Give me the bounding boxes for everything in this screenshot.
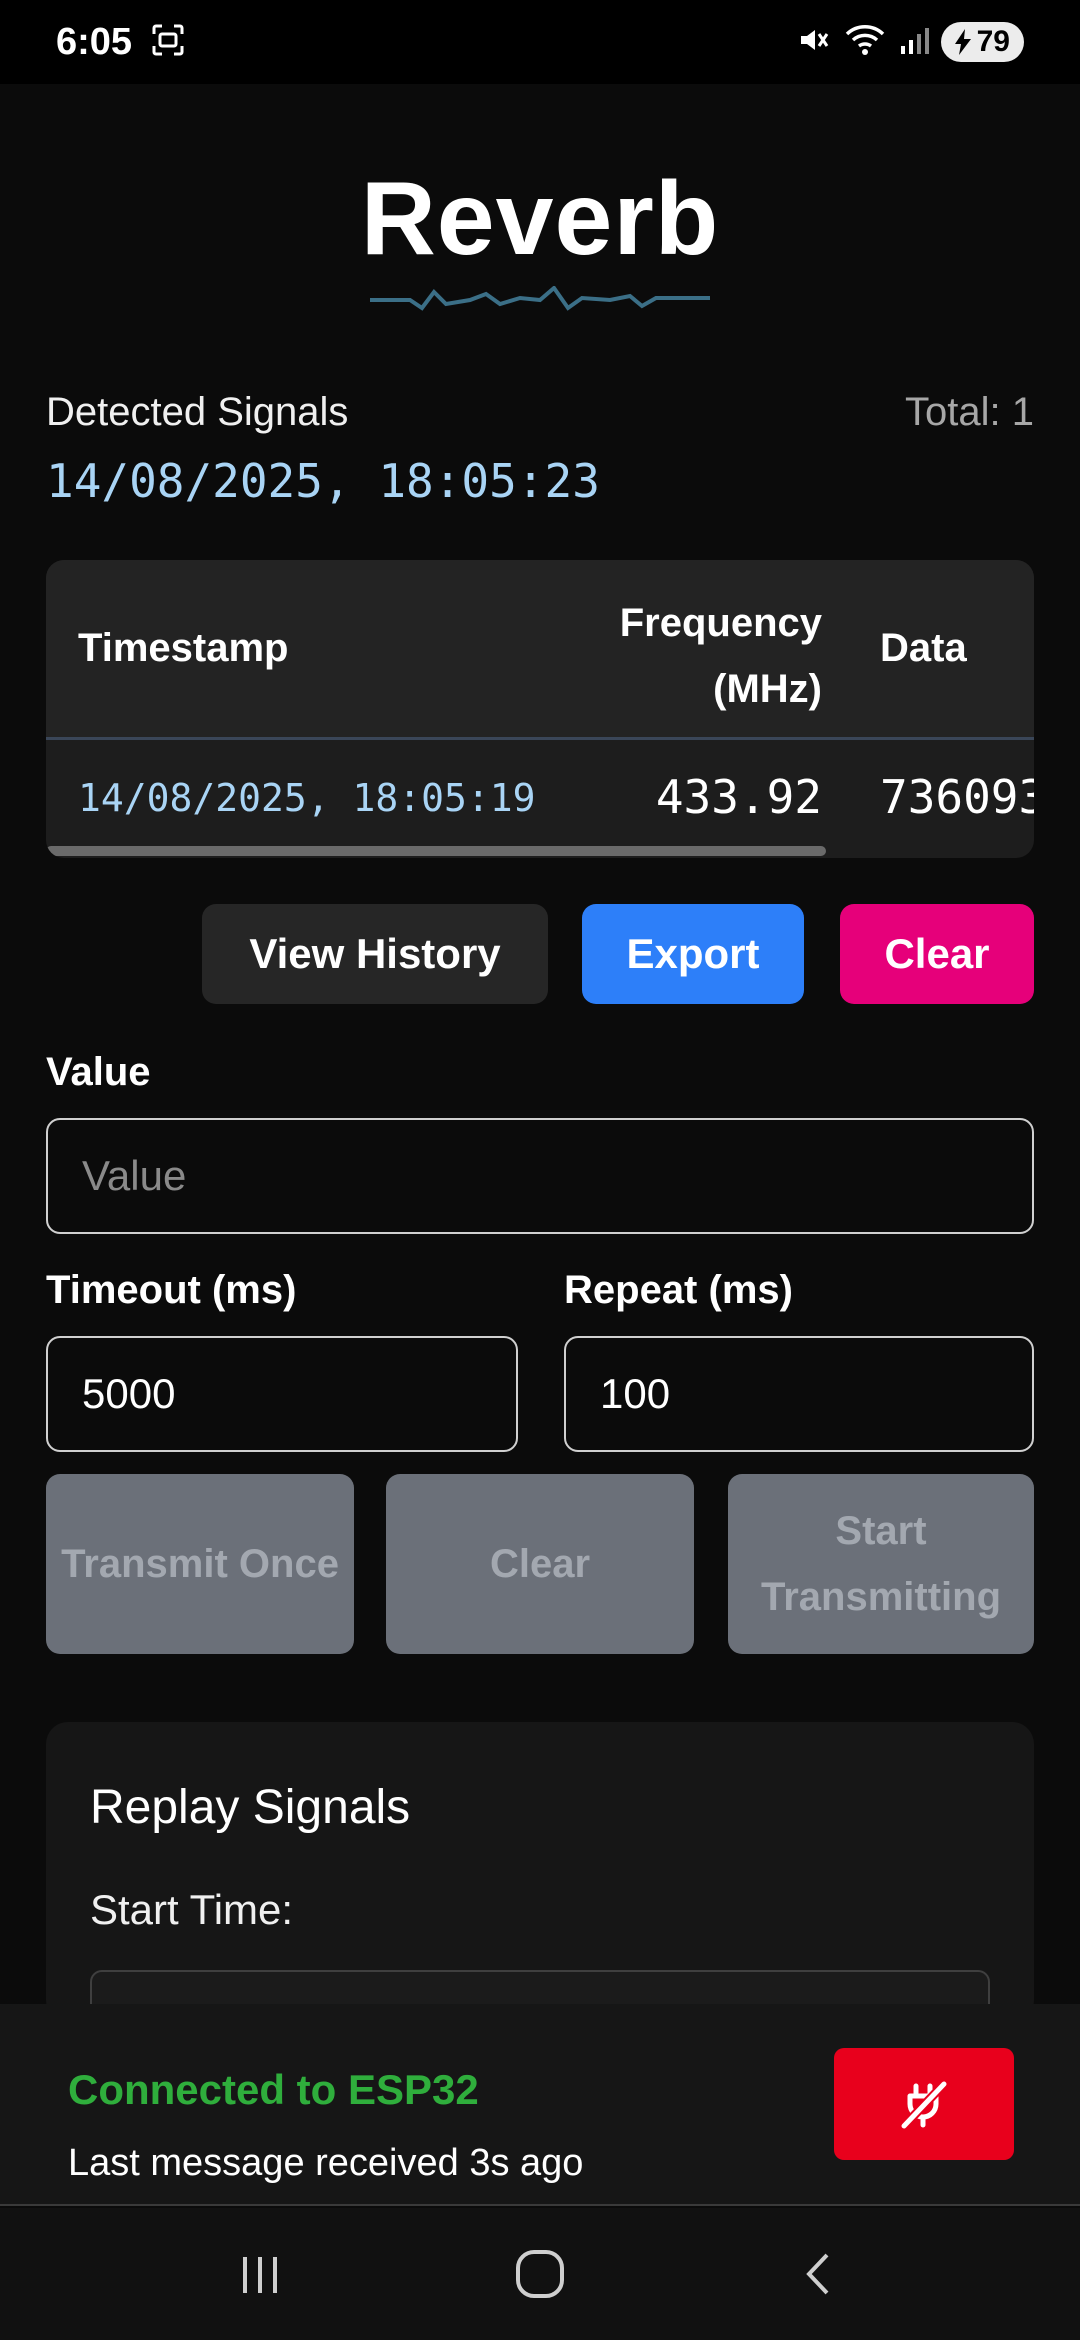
signal-icon bbox=[899, 22, 929, 63]
status-left: 6:05 bbox=[56, 21, 186, 64]
last-detected-time: 14/08/2025, 18:05:23 bbox=[46, 454, 600, 508]
value-label: Value bbox=[46, 1050, 151, 1094]
home-icon bbox=[516, 2250, 564, 2298]
replay-signals-card: Replay Signals Start Time: bbox=[46, 1722, 1034, 2022]
value-input[interactable] bbox=[46, 1118, 1034, 1234]
home-button[interactable] bbox=[480, 2224, 600, 2324]
table-header: Timestamp Frequency (MHz) Data bbox=[46, 560, 1034, 740]
view-history-button[interactable]: View History bbox=[202, 904, 548, 1004]
mute-icon bbox=[795, 22, 831, 63]
header-frequency: Frequency (MHz) bbox=[619, 601, 822, 711]
export-button[interactable]: Export bbox=[582, 904, 804, 1004]
last-message-text: Last message received 3s ago bbox=[68, 2142, 584, 2184]
battery-level: 79 bbox=[976, 25, 1010, 58]
transmit-once-button[interactable]: Transmit Once bbox=[46, 1474, 354, 1654]
replay-title: Replay Signals bbox=[90, 1781, 411, 1834]
clear-value-button[interactable]: Clear bbox=[386, 1474, 694, 1654]
header-data: Data bbox=[880, 626, 967, 670]
start-time-label: Start Time: bbox=[90, 1886, 294, 1933]
horizontal-scrollbar[interactable] bbox=[46, 846, 826, 856]
screenshot-icon bbox=[150, 22, 186, 63]
back-button[interactable] bbox=[760, 2224, 880, 2324]
clear-signals-button[interactable]: Clear bbox=[840, 904, 1034, 1004]
battery-charging-icon: 79 bbox=[940, 22, 1024, 62]
repeat-label: Repeat (ms) bbox=[564, 1268, 793, 1312]
status-right: 79 bbox=[795, 22, 1024, 63]
wave-logo-icon bbox=[370, 286, 710, 311]
unplug-icon bbox=[900, 2080, 948, 2130]
total-count: Total: 1 bbox=[905, 390, 1034, 434]
cell-timestamp: 14/08/2025, 18:05:19 bbox=[78, 776, 536, 820]
system-nav-bar bbox=[0, 2208, 1080, 2340]
cell-data: 736093 bbox=[880, 770, 1034, 824]
detected-signals-heading: Detected Signals bbox=[46, 390, 349, 434]
back-icon bbox=[806, 2253, 829, 2295]
timeout-label: Timeout (ms) bbox=[46, 1268, 297, 1312]
app-title: Reverb bbox=[360, 161, 720, 277]
repeat-input[interactable] bbox=[564, 1336, 1034, 1452]
start-transmitting-button[interactable]: Start Transmitting bbox=[728, 1474, 1034, 1654]
status-time: 6:05 bbox=[56, 20, 133, 63]
signals-table[interactable]: Timestamp Frequency (MHz) Data 14/08/202… bbox=[46, 560, 1034, 858]
disconnect-button[interactable] bbox=[834, 2048, 1014, 2160]
header-timestamp: Timestamp bbox=[78, 626, 289, 670]
recent-apps-icon bbox=[243, 2257, 277, 2293]
wifi-icon bbox=[843, 22, 887, 63]
status-bar: 6:05 79 bbox=[0, 0, 1080, 84]
cell-frequency: 433.92 bbox=[655, 770, 822, 824]
timeout-input[interactable] bbox=[46, 1336, 518, 1452]
connection-footer: Connected to ESP32 Last message received… bbox=[0, 2004, 1080, 2206]
recent-apps-button[interactable] bbox=[200, 2224, 320, 2324]
connection-status: Connected to ESP32 bbox=[68, 2066, 479, 2113]
